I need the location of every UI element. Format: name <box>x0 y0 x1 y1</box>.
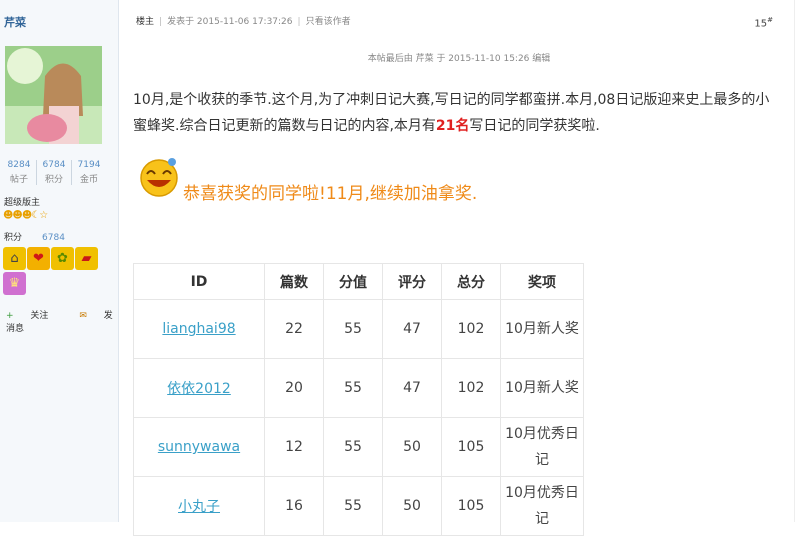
home-icon[interactable]: ⌂ <box>3 247 26 270</box>
post-time: 发表于 2015-11-06 17:37:26 <box>167 17 293 27</box>
cell-count: 16 <box>264 476 324 536</box>
cell-count: 20 <box>264 358 324 418</box>
edit-notice: 本帖最后由 芹菜 于 2015-11-10 15:26 编辑 <box>367 54 551 64</box>
stat-points[interactable]: 6784 积分 <box>37 160 72 185</box>
table-row: lianghai98 22 55 47 102 10月新人奖 <box>133 299 584 359</box>
envelope-icon: ✉ <box>79 311 87 321</box>
winner-count: 21名 <box>435 118 470 134</box>
cell-count: 12 <box>264 417 324 477</box>
user-id-link[interactable]: sunnywawa <box>133 417 265 477</box>
stat-coins[interactable]: 7194 金币 <box>72 160 106 185</box>
cell-total: 102 <box>441 299 501 359</box>
awards-table: ID 篇数 分值 评分 总分 奖项 lianghai98 22 55 47 10… <box>133 263 584 536</box>
cell-rating: 50 <box>382 417 442 477</box>
post-paragraph: 10月,是个收获的季节.这个月,为了冲刺日记大赛,写日记的同学都蛮拼.本月,08… <box>133 92 770 134</box>
cell-score: 55 <box>323 358 383 418</box>
avatar[interactable] <box>5 46 102 144</box>
user-id-link[interactable]: 依依2012 <box>133 358 265 418</box>
cell-total: 102 <box>441 358 501 418</box>
cell-score: 55 <box>323 476 383 536</box>
content-divider <box>794 0 795 522</box>
cell-score: 55 <box>323 417 383 477</box>
cell-rating: 50 <box>382 476 442 536</box>
cell-count: 22 <box>264 299 324 359</box>
cell-rating: 47 <box>382 299 442 359</box>
heart-icon[interactable]: ❤ <box>27 247 50 270</box>
user-sidebar: 芹菜 8284 帖子 6784 积分 7194 金币 超级版主 ☻☻☻☾☆ 积分… <box>0 0 119 522</box>
congrats-text: 恭喜获奖的同学啦!11月,继续加油拿奖. <box>183 184 478 204</box>
col-rating: 评分 <box>382 263 442 300</box>
cell-award: 10月新人奖 <box>500 299 584 359</box>
post-main: 楼主 | 发表于 2015-11-06 17:37:26 | 只看该作者 15# 本帖最… <box>119 0 799 536</box>
table-header-row: ID 篇数 分值 评分 总分 奖项 <box>133 263 584 300</box>
cell-total: 105 <box>441 476 501 536</box>
crown-icon[interactable]: ♛ <box>3 272 26 295</box>
col-award: 奖项 <box>500 263 584 300</box>
only-author-link[interactable]: 只看该作者 <box>306 17 351 27</box>
owner-label: 楼主 <box>136 17 155 27</box>
table-row: 小丸子 16 55 50 105 10月优秀日记 <box>133 476 584 536</box>
cell-score: 55 <box>323 299 383 359</box>
stat-posts[interactable]: 8284 帖子 <box>2 160 37 185</box>
rank-stars: ☻☻☻☾☆ <box>3 210 48 221</box>
bee-icon[interactable]: ✿ <box>51 247 74 270</box>
smiley-icon <box>137 154 181 202</box>
user-id-link[interactable]: lianghai98 <box>133 299 265 359</box>
author-name[interactable]: 芹菜 <box>4 14 26 30</box>
table-row: 依依2012 20 55 47 102 10月新人奖 <box>133 358 584 418</box>
col-count: 篇数 <box>264 263 324 300</box>
user-id-link[interactable]: 小丸子 <box>133 476 265 536</box>
follow-button[interactable]: + 关注 <box>6 311 62 321</box>
cell-award: 10月优秀日记 <box>500 476 584 536</box>
cell-award: 10月新人奖 <box>500 358 584 418</box>
congrats-line: 恭喜获奖的同学啦!11月,继续加油拿奖. <box>137 154 478 204</box>
col-score: 分值 <box>323 263 383 300</box>
floor-number[interactable]: 15# <box>754 16 773 29</box>
cell-rating: 47 <box>382 358 442 418</box>
col-id: ID <box>133 263 265 300</box>
medals: ⌂ ❤ ✿ ▰ ♛ <box>3 247 113 297</box>
user-rank: 超级版主 <box>4 198 41 208</box>
table-row: sunnywawa 12 55 50 105 10月优秀日记 <box>133 417 584 477</box>
user-stats: 8284 帖子 6784 积分 7194 金币 <box>2 160 106 185</box>
col-total: 总分 <box>441 263 501 300</box>
cell-award: 10月优秀日记 <box>500 417 584 477</box>
plus-icon: + <box>6 311 14 321</box>
points-row: 积分 6784 <box>4 233 65 243</box>
sofa-icon[interactable]: ▰ <box>75 247 98 270</box>
user-actions: + 关注 ✉ 发消息 <box>6 308 118 334</box>
cell-total: 105 <box>441 417 501 477</box>
post-meta: 楼主 | 发表于 2015-11-06 17:37:26 | 只看该作者 <box>136 17 351 27</box>
